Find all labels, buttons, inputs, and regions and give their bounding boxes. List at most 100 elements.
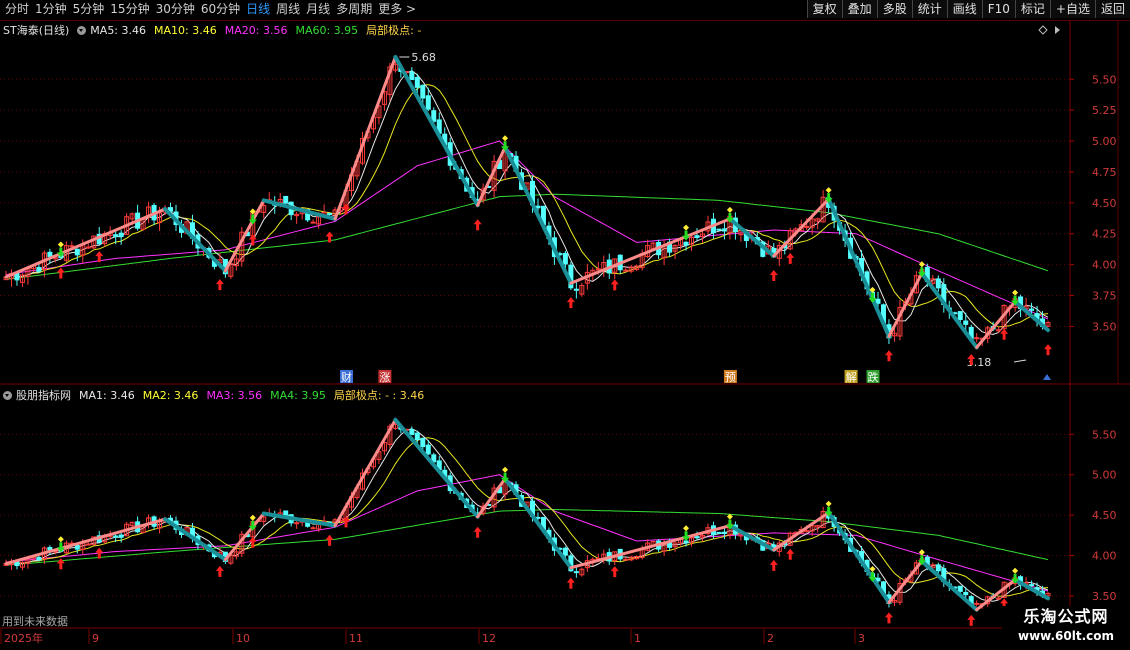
upper-candle-body [1045,322,1051,327]
period-tab-2[interactable]: 5分钟 [70,1,108,18]
period-tab-1[interactable]: 1分钟 [32,1,70,18]
lower-candle-body [168,517,174,522]
lower-candle-body [913,562,919,575]
indicator-title[interactable]: 股朋指标网 [16,387,71,403]
lower-candle-body [941,568,947,583]
upper-candle-body [469,187,475,199]
upper-candle-body [508,153,514,158]
event-tag: 预 [725,371,736,384]
period-tab-7[interactable]: 周线 [273,1,303,18]
lower-candle-body [244,533,250,538]
period-tab-10[interactable]: 更多 > [375,1,419,18]
lower-buy-arrow [566,577,575,589]
toolbar-button-3[interactable]: 统计 [911,0,947,18]
toolbar-button-4[interactable]: 画线 [946,0,982,18]
lower-zigzag-segment [393,417,480,519]
upper-zigzag-segment [333,55,397,221]
upper-candle-body [590,269,596,276]
upper-candle-body [1001,304,1007,330]
period-tab-8[interactable]: 月线 [303,1,333,18]
upper-candle-body [195,234,201,249]
lower-settings-icon[interactable] [3,390,12,400]
lower-candle-body [584,560,590,569]
lower-sell-marker-diamond [249,514,256,521]
period-tab-6[interactable]: 日线 [243,1,273,18]
lower-candle-body [469,504,475,513]
play-icon [1055,26,1060,34]
lower-sell-marker-diamond [502,466,509,473]
lower-candle-body [414,432,420,441]
event-tag: 财 [341,370,352,384]
period-tab-0[interactable]: 分时 [2,1,32,18]
lower-candle-body [14,560,20,567]
lower-ma60-line [5,508,1049,566]
lower-sell-marker [501,472,510,483]
legend-settings-icon[interactable] [77,25,87,35]
upper-candle-body [771,247,777,258]
lower-candle-body [381,441,387,452]
upper-candle-body [349,174,355,192]
lower-candle-body [135,521,141,533]
upper-candle-body [168,207,174,212]
upper-ma10-line [5,84,1049,328]
lower-candle-body [864,559,870,572]
lower-candle-body [595,557,601,560]
toolbar-button-7[interactable]: +自选 [1049,0,1095,18]
lower-candle-body [447,475,453,492]
lower-zigzag-segment [503,476,573,570]
lower-candle-body [891,599,897,603]
upper-candle-body [184,221,190,234]
upper-candle-body [562,252,568,265]
lower-candle-body [173,520,179,530]
stock-title[interactable]: ST海泰(日线) [3,22,69,38]
upper-candle-body [102,233,108,245]
upper-candle-body [743,232,749,242]
event-tag-bg [723,370,737,383]
lower-tick-label: 4.00 [1092,550,1117,563]
lower-candle-body [1029,584,1035,587]
lower-candle-body [859,551,865,563]
toolbar-button-2[interactable]: 多股 [876,0,912,18]
lower-candle-body [623,558,629,561]
lower-candle-body [787,532,793,546]
lower-candle-body [551,537,557,551]
upper-buy-arrow [769,269,778,281]
lower-candle-body [157,521,163,529]
upper-candle-body [354,160,360,177]
toolbar-button-0[interactable]: 复权 [806,0,842,18]
upper-candle-body [919,269,925,275]
upper-candle-body [80,243,86,256]
toolbar-button-6[interactable]: 标记 [1014,0,1050,18]
lower-candle-body [480,505,486,514]
lower-sell-marker [868,571,877,582]
upper-candle-body [826,197,832,208]
upper-extreme: 局部极点: - [366,24,422,37]
lower-candle-body [562,547,568,556]
lower-buy-arrow [610,566,619,578]
period-tab-3[interactable]: 15分钟 [107,1,152,18]
lower-candle-body [502,480,508,495]
upper-candle-body [908,293,914,305]
lower-sell-marker-diamond [825,500,832,507]
lower-candle-body [897,583,903,603]
upper-candle-body [765,245,771,255]
toolbar-button-5[interactable]: F10 [981,0,1015,18]
upper-candle-body [787,229,793,250]
period-tab-4[interactable]: 30分钟 [153,1,198,18]
upper-candle-body [19,274,25,283]
toolbar-button-1[interactable]: 叠加 [841,0,877,18]
lower-candle-body [47,547,53,551]
month-label: 2025年 [4,631,43,645]
period-tab-9[interactable]: 多周期 [333,1,375,18]
toolbar-buttons: 复权 叠加 多股 统计 画线 F10 标记 +自选 返回 [806,0,1130,18]
upper-candle-body [705,221,711,232]
lower-extreme: 局部极点: - : 3.46 [333,389,425,402]
upper-candle-body [952,312,958,315]
lower-candle-body [952,586,958,589]
period-tab-5[interactable]: 60分钟 [198,1,243,18]
upper-candle-body [886,324,892,339]
lower-candle-body [113,535,119,538]
toolbar-button-8[interactable]: 返回 [1094,0,1130,18]
upper-candle-body [146,206,152,217]
upper-candle-body [1040,318,1046,327]
